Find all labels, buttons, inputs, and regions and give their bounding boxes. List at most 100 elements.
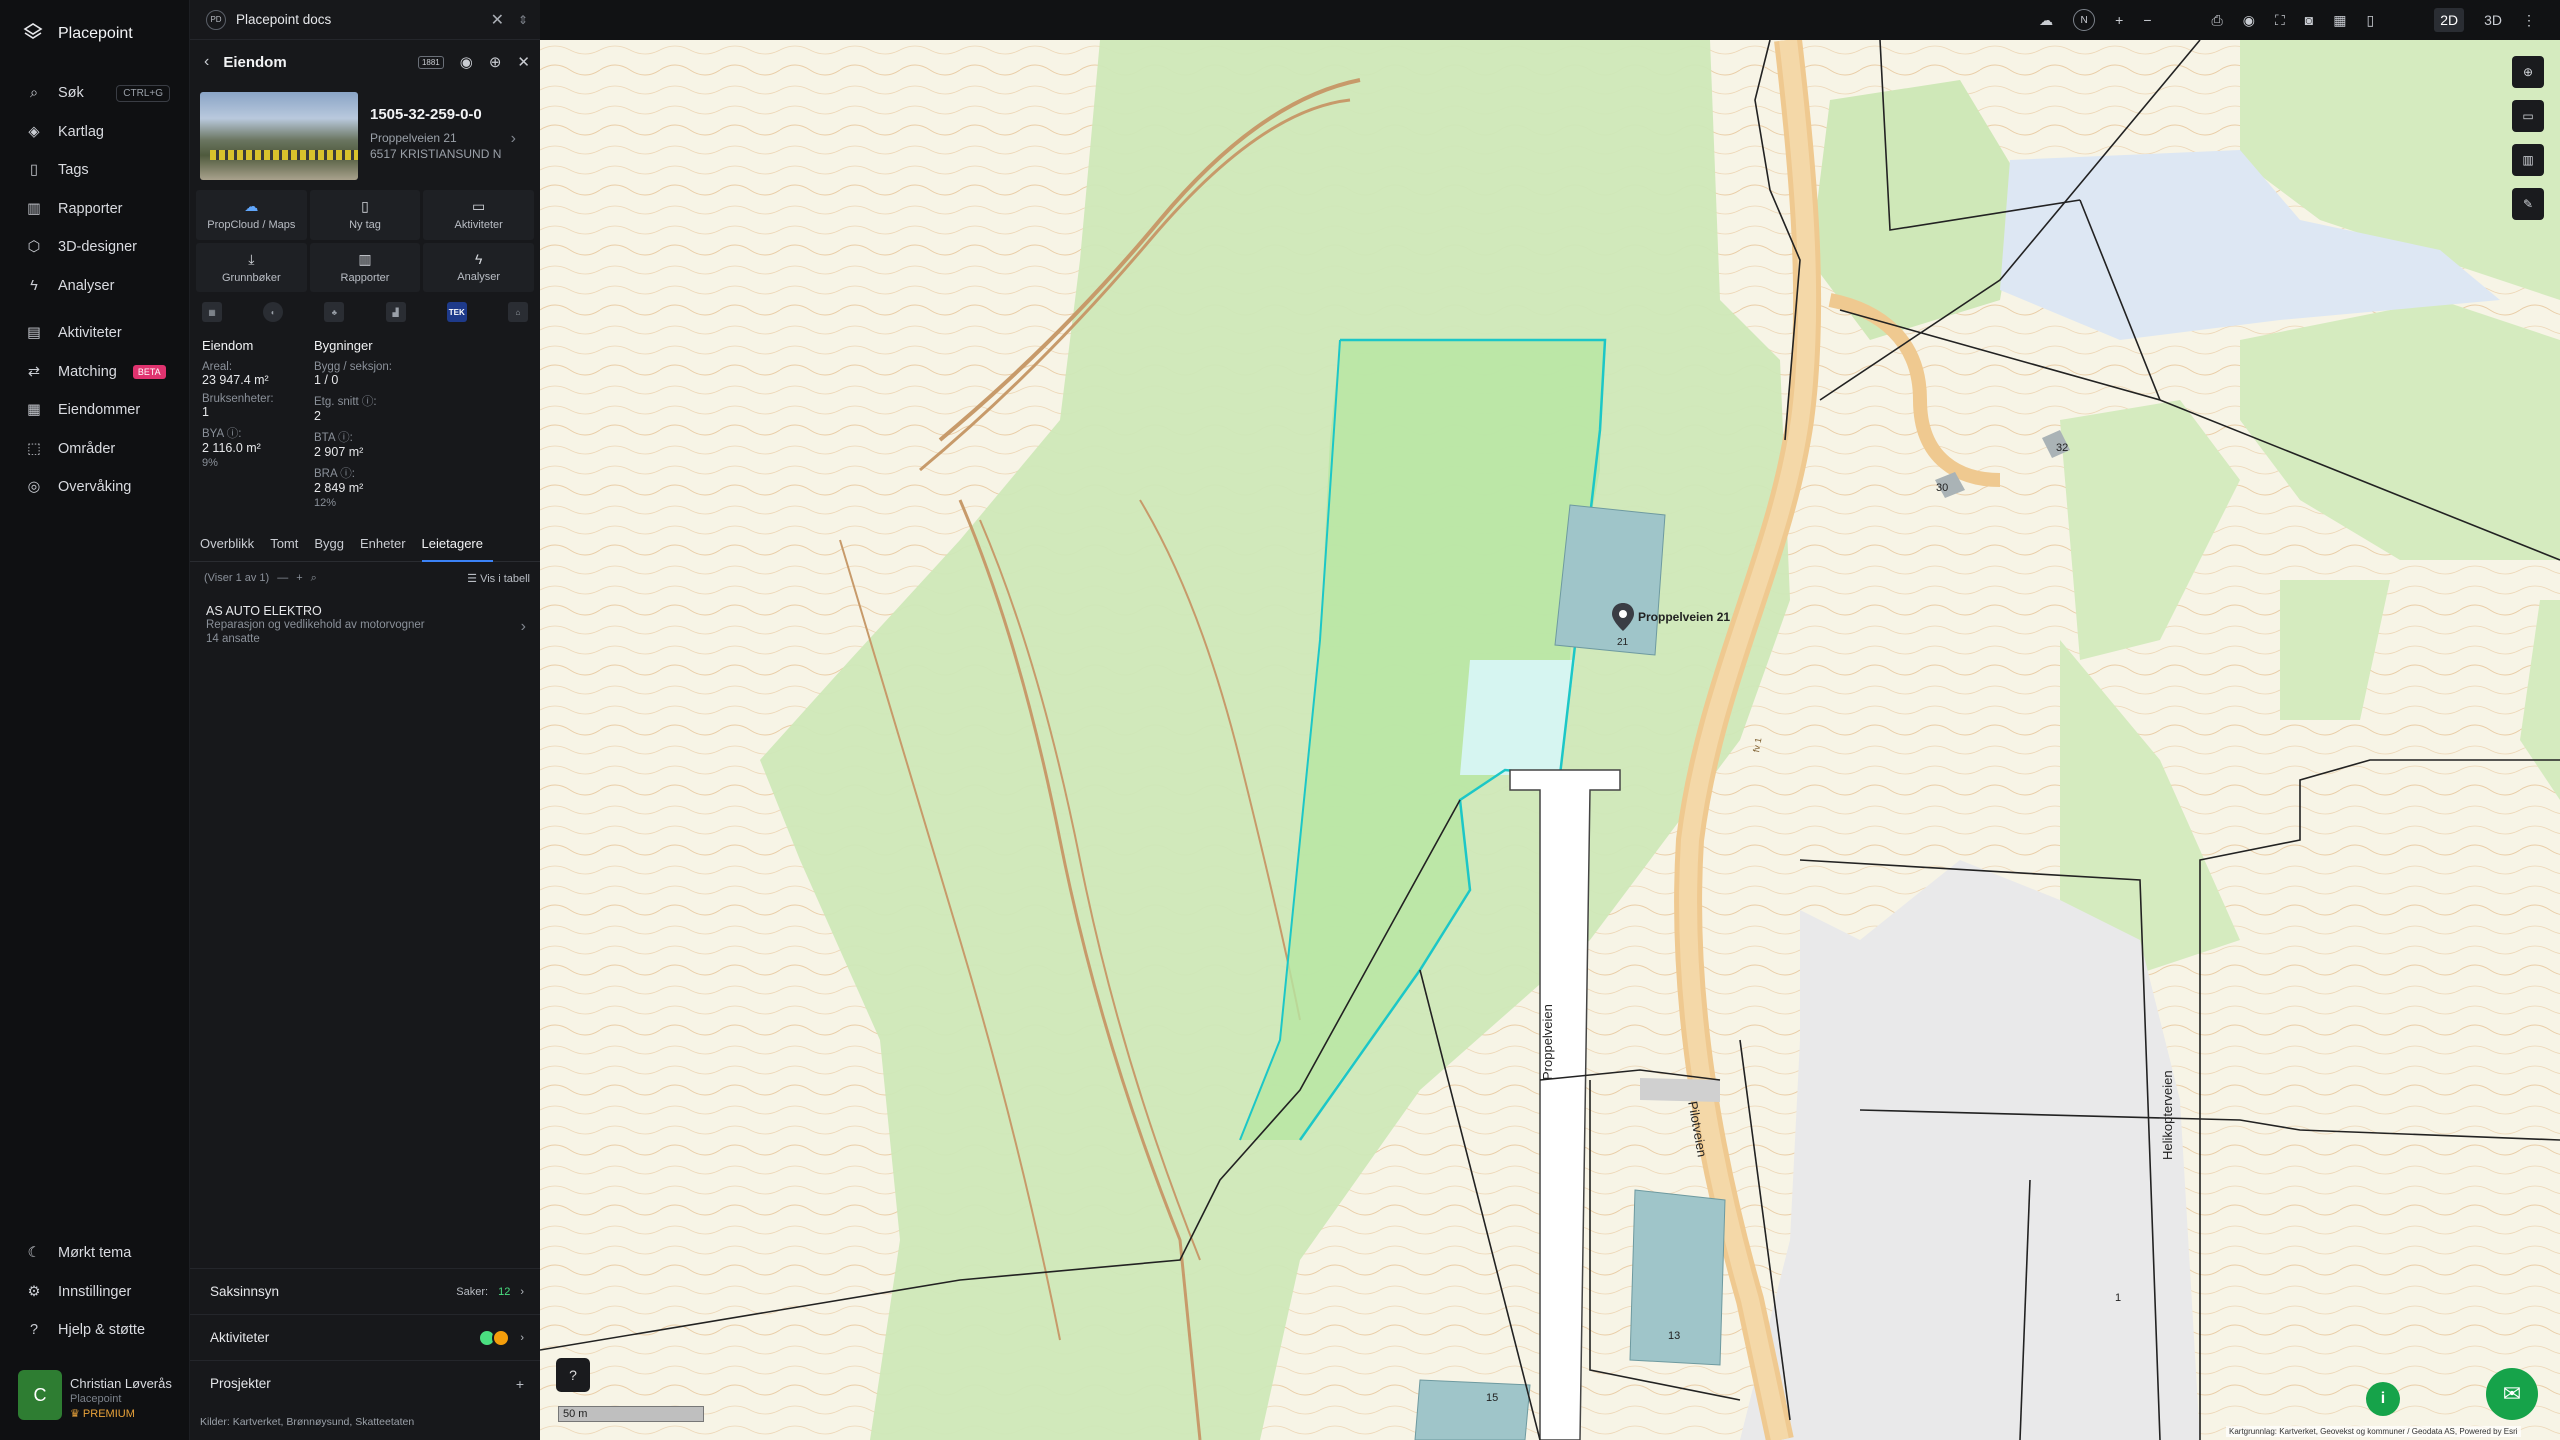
plus-icon[interactable]: + xyxy=(296,572,302,584)
action-label: Ny tag xyxy=(349,219,381,232)
tab-overblikk[interactable]: Overblikk xyxy=(200,532,264,562)
stat-label: BYA ⓘ: xyxy=(202,428,242,440)
marker-pin-icon[interactable] xyxy=(1612,603,1634,631)
mode-3d-button[interactable]: 3D xyxy=(2484,12,2502,28)
building-21[interactable] xyxy=(1554,504,1666,656)
eye-icon[interactable]: ◉ xyxy=(460,53,473,71)
help-icon[interactable]: ? xyxy=(556,1358,590,1392)
propcloud-button[interactable]: ☁ PropCloud / Maps xyxy=(196,190,307,240)
analyses-button[interactable]: ϟ Analyser xyxy=(423,242,534,292)
minus-icon[interactable]: — xyxy=(277,572,288,584)
close-icon[interactable]: ✕ xyxy=(491,10,504,30)
chevron-right-icon: › xyxy=(520,1285,524,1298)
map-svg[interactable] xyxy=(540,40,2560,1440)
search-icon[interactable]: ⌕ xyxy=(311,572,317,585)
map-canvas[interactable]: Proppelveien 21 21 Proppelveien Pilotvei… xyxy=(540,40,2560,1440)
nav-label: Overvåking xyxy=(58,479,132,496)
nav-item-3d-designer[interactable]: ⬡ 3D-designer xyxy=(0,228,190,267)
nav-item-overvaking[interactable]: ◎ Overvåking xyxy=(0,468,190,507)
nav-item-settings[interactable]: ⚙ Innstillinger xyxy=(0,1273,190,1312)
new-tag-button[interactable]: ▯ Ny tag xyxy=(309,190,421,240)
nav-item-omrader[interactable]: ⬚ Områder xyxy=(0,430,190,469)
tab-leietagere[interactable]: Leietagere xyxy=(421,532,493,562)
property-card[interactable]: 1505-32-259-0-0 Proppelveien 21 6517 KRI… xyxy=(200,92,530,180)
doc-tab[interactable]: PD Placepoint docs ✕ ⇕ xyxy=(190,0,540,40)
list-item[interactable]: AS AUTO ELEKTRO Reparasjon og vedlikehol… xyxy=(206,604,526,646)
globe-icon[interactable]: ◐ xyxy=(263,302,284,322)
section-prosjekter[interactable]: Prosjekter + xyxy=(190,1360,540,1406)
mode-2d-button[interactable]: 2D xyxy=(2434,8,2465,32)
building-15[interactable] xyxy=(1414,1379,1531,1440)
tab-tomt[interactable]: Tomt xyxy=(270,532,308,562)
section-aktiviteter[interactable]: Aktiviteter › xyxy=(190,1314,540,1360)
marker-number: 21 xyxy=(1617,637,1629,648)
chevron-updown-icon[interactable]: ⇕ xyxy=(518,13,528,27)
tab-enheter[interactable]: Enheter xyxy=(360,532,416,562)
brand[interactable]: Placepoint xyxy=(22,20,133,48)
camera-icon[interactable]: ◙ xyxy=(2305,12,2313,28)
nav-item-aktiviteter[interactable]: ▤ Aktiviteter xyxy=(0,314,190,353)
panel-tabs: Overblikk Tomt Bygg Enheter Leietagere xyxy=(190,532,540,562)
property-photo[interactable] xyxy=(200,92,358,180)
app-root: Placepoint ⌕ Søk CTRL+G ◈ Kartlag ▯ Tags ▥ Ra… xyxy=(0,0,2560,1440)
ruler-tool-icon[interactable]: ▭ xyxy=(2512,100,2544,132)
grid-icon[interactable]: ▦ xyxy=(2333,12,2346,29)
tenant-desc: Reparasjon og vedlikehold av motorvogner xyxy=(206,619,425,631)
layers-tool-icon[interactable]: ⊕ xyxy=(2512,56,2544,88)
nav-item-tags[interactable]: ▯ Tags xyxy=(0,151,190,190)
activities-button[interactable]: ▭ Aktiviteter xyxy=(423,190,534,240)
nav-item-help[interactable]: ? Hjelp & støtte xyxy=(0,1311,190,1350)
tab-bygg[interactable]: Bygg xyxy=(314,532,354,562)
gear-icon: ⚙ xyxy=(27,1283,41,1300)
nav-item-analyser[interactable]: ϟ Analyser xyxy=(0,267,190,306)
nav-label: Kartlag xyxy=(58,123,104,140)
north-compass-button[interactable]: N xyxy=(2073,9,2096,31)
tek-button[interactable]: TEK xyxy=(446,302,467,322)
bookmark-icon[interactable]: ▯ xyxy=(2366,12,2374,29)
target-icon[interactable]: ⊕ xyxy=(489,53,502,71)
section-saksinnsyn[interactable]: Saksinnsyn Saker: 12 › xyxy=(190,1268,540,1314)
property-panel: PD Placepoint docs ✕ ⇕ ‹ Eiendom 1881 ◉ … xyxy=(190,0,540,1440)
nav-item-search[interactable]: ⌕ Søk CTRL+G xyxy=(0,74,190,113)
chat-icon[interactable]: ✉ xyxy=(2486,1368,2538,1420)
nav-label: Analyser xyxy=(58,277,115,294)
nav-secondary: ▤ Aktiviteter ⇄ Matching BETA ▦ Eiendommer ⬚… xyxy=(0,314,190,507)
nav-item-dark-theme[interactable]: ☾ Mørkt tema xyxy=(0,1234,190,1273)
brand-name: Placepoint xyxy=(58,25,133,42)
badge-1881-button[interactable]: 1881 xyxy=(417,55,444,69)
zoom-in-icon[interactable]: + xyxy=(2115,12,2123,28)
info-icon[interactable]: i xyxy=(2366,1382,2400,1416)
nav-item-kartlag[interactable]: ◈ Kartlag xyxy=(0,113,190,152)
nav-item-eiendommer[interactable]: ▦ Eiendommer xyxy=(0,391,190,430)
stat-value: 2 849 m² xyxy=(314,481,364,495)
grunnboker-button[interactable]: ⤓ Grunnbøker xyxy=(196,242,307,292)
print-icon[interactable]: ⎙ xyxy=(2212,12,2223,29)
section-label: Prosjekter xyxy=(210,1376,271,1391)
eye-icon[interactable]: ◉ xyxy=(2243,12,2255,29)
reports-button[interactable]: ▥ Rapporter xyxy=(309,242,421,292)
more-vertical-icon[interactable]: ⋮ xyxy=(2522,12,2536,29)
more-icon[interactable]: ⌂ xyxy=(507,302,528,322)
view-table-button[interactable]: ☰ Vis i tabell xyxy=(467,572,530,585)
nav-item-matching[interactable]: ⇄ Matching BETA xyxy=(0,353,190,392)
grid-icon[interactable]: ▦ xyxy=(202,302,222,322)
cloud-icon[interactable]: ☁ xyxy=(2039,12,2053,29)
nav-primary: ⌕ Søk CTRL+G ◈ Kartlag ▯ Tags ▥ Rapporter ⬡ 3D… xyxy=(0,74,190,305)
back-arrow-icon[interactable]: ‹ xyxy=(204,53,209,71)
zoom-out-icon[interactable]: − xyxy=(2143,12,2151,28)
doc-title: Placepoint docs xyxy=(236,12,332,27)
tree-icon[interactable]: ♣ xyxy=(324,302,345,322)
monitor-icon: ◎ xyxy=(27,479,41,496)
bookmark-icon: ▯ xyxy=(30,162,38,179)
stat-label: BRA ⓘ: xyxy=(314,468,355,480)
user-card[interactable]: C Christian Løverås Placepoint ♛ PREMIUM xyxy=(18,1370,178,1420)
bars-icon[interactable]: ▟ xyxy=(385,302,406,322)
fullscreen-icon[interactable]: ⛶ xyxy=(2275,12,2285,29)
draw-tool-icon[interactable]: ✎ xyxy=(2512,188,2544,220)
chart-tool-icon[interactable]: ▥ xyxy=(2512,144,2544,176)
close-panel-icon[interactable]: ✕ xyxy=(517,53,530,71)
marker-label: Proppelveien 21 xyxy=(1638,610,1731,624)
add-project-icon[interactable]: + xyxy=(516,1376,524,1392)
nav-item-rapporter[interactable]: ▥ Rapporter xyxy=(0,190,190,229)
road-label-helikopterveien: Helikopterveien xyxy=(2160,1070,2175,1160)
